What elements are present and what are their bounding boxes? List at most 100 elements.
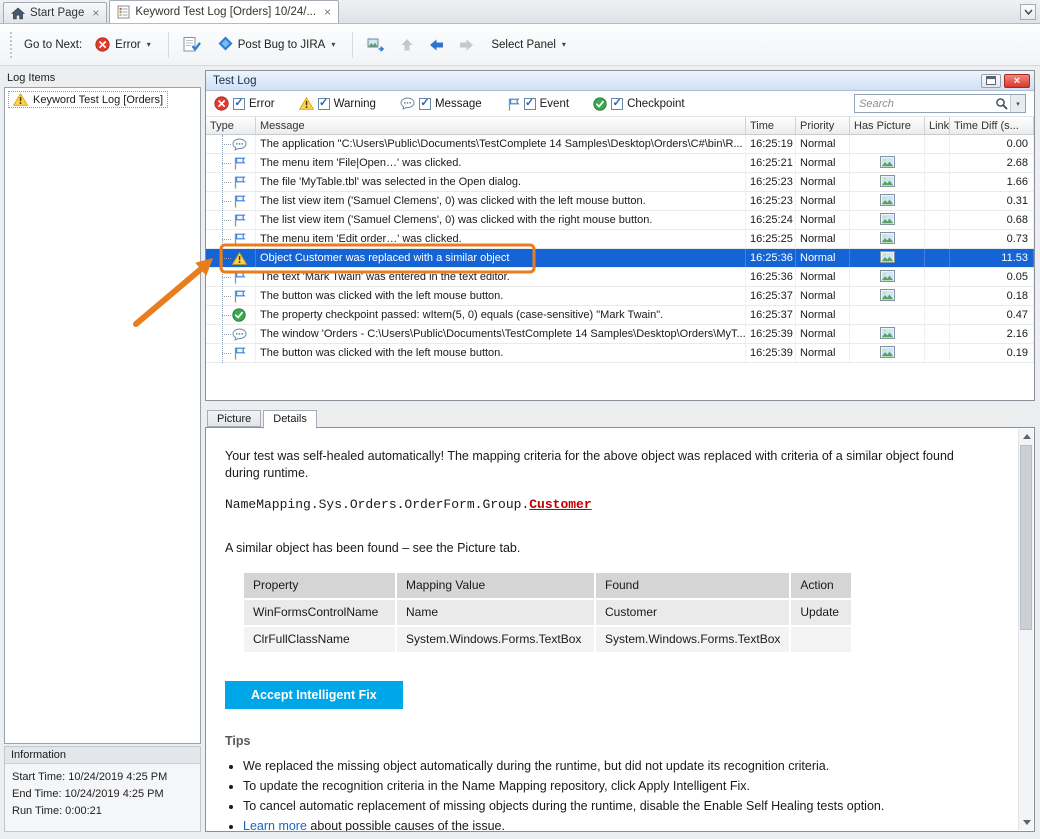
log-row[interactable]: The list view item ('Samuel Clemens', 0)… bbox=[206, 211, 1034, 230]
close-panel-button[interactable]: × bbox=[1004, 74, 1030, 88]
event-icon bbox=[232, 346, 246, 360]
tree-item-keyword-test-log[interactable]: Keyword Test Log [Orders] bbox=[8, 91, 168, 108]
scrollbar-thumb[interactable] bbox=[1020, 445, 1032, 630]
column-header-type[interactable]: Type bbox=[206, 117, 256, 134]
row-time: 16:25:19 bbox=[746, 135, 796, 153]
name-mapping-path: NameMapping.Sys.Orders.OrderForm.Group.C… bbox=[225, 496, 1006, 513]
row-has-picture bbox=[850, 249, 925, 267]
select-panel-dropdown[interactable]: Select Panel ▾ bbox=[485, 36, 572, 54]
post-image-icon-button[interactable] bbox=[364, 34, 389, 56]
column-header-link[interactable]: Link bbox=[925, 117, 950, 134]
toolbar: Go to Next: Error ▾ Post Bug to JIRA ▾ bbox=[0, 24, 1040, 66]
search-icon[interactable] bbox=[993, 97, 1010, 110]
message-checkbox[interactable] bbox=[419, 98, 431, 110]
log-row[interactable]: The list view item ('Samuel Clemens', 0)… bbox=[206, 192, 1034, 211]
row-priority: Normal bbox=[796, 306, 850, 324]
checkpoint-checkbox[interactable] bbox=[611, 98, 623, 110]
filter-event[interactable]: Event bbox=[506, 97, 569, 111]
row-time-diff: 2.68 bbox=[950, 154, 1034, 172]
tab-keyword-test-log[interactable]: Keyword Test Log [Orders] 10/24/... × bbox=[109, 0, 339, 23]
column-header-time[interactable]: Time bbox=[746, 117, 796, 134]
picture-icon bbox=[880, 289, 895, 304]
row-type-cell bbox=[206, 230, 256, 248]
tab-details[interactable]: Details bbox=[263, 410, 317, 429]
row-priority: Normal bbox=[796, 135, 850, 153]
log-row[interactable]: The text 'Mark Twain' was entered in the… bbox=[206, 268, 1034, 287]
picture-icon bbox=[880, 251, 895, 266]
picture-icon bbox=[880, 232, 895, 247]
log-row[interactable]: The menu item 'Edit order…' was clicked.… bbox=[206, 230, 1034, 249]
log-row[interactable]: The menu item 'File|Open…' was clicked.1… bbox=[206, 154, 1034, 173]
tab-picture[interactable]: Picture bbox=[207, 410, 261, 427]
log-row[interactable]: The application "C:\Users\Public\Documen… bbox=[206, 135, 1034, 154]
post-bug-icon-button[interactable] bbox=[180, 33, 205, 56]
post-bug-to-jira-button[interactable]: Post Bug to JIRA ▾ bbox=[212, 33, 342, 57]
tab-start-page[interactable]: Start Page × bbox=[3, 2, 107, 23]
tab-list-dropdown[interactable] bbox=[1020, 4, 1036, 20]
warning-checkbox[interactable] bbox=[318, 98, 330, 110]
learn-more-link[interactable]: Learn more bbox=[243, 819, 307, 831]
accept-intelligent-fix-button[interactable]: Accept Intelligent Fix bbox=[225, 681, 403, 709]
close-tab-icon[interactable]: × bbox=[92, 8, 99, 18]
row-time: 16:25:36 bbox=[746, 268, 796, 286]
goto-error-dropdown[interactable]: Error ▾ bbox=[89, 34, 157, 55]
forward-arrow-button[interactable] bbox=[455, 34, 478, 56]
float-panel-button[interactable] bbox=[981, 74, 1001, 88]
tab-label: Start Page bbox=[30, 7, 84, 19]
message-icon bbox=[400, 97, 415, 110]
log-row[interactable]: Object Customer was replaced with a simi… bbox=[206, 249, 1034, 268]
log-row[interactable]: The file 'MyTable.tbl' was selected in t… bbox=[206, 173, 1034, 192]
row-priority: Normal bbox=[796, 344, 850, 362]
event-icon bbox=[232, 270, 246, 284]
column-header-priority[interactable]: Priority bbox=[796, 117, 850, 134]
toolbar-separator bbox=[352, 32, 353, 58]
scroll-up-icon[interactable] bbox=[1019, 429, 1034, 444]
filter-checkpoint[interactable]: Checkpoint bbox=[593, 97, 685, 111]
row-time: 16:25:37 bbox=[746, 306, 796, 324]
scroll-down-icon[interactable] bbox=[1019, 815, 1034, 830]
mapping-table-cell: ClrFullClassName bbox=[244, 627, 395, 652]
event-checkbox[interactable] bbox=[524, 98, 536, 110]
mapping-table-body: WinFormsControlNameNameCustomerUpdateClr… bbox=[244, 600, 851, 652]
jira-icon bbox=[218, 36, 233, 54]
column-header-has-picture[interactable]: Has Picture bbox=[850, 117, 925, 134]
log-row[interactable]: The button was clicked with the left mou… bbox=[206, 287, 1034, 306]
row-message: The list view item ('Samuel Clemens', 0)… bbox=[256, 192, 746, 210]
search-input[interactable] bbox=[855, 98, 993, 110]
row-time: 16:25:23 bbox=[746, 173, 796, 191]
test-log-icon bbox=[117, 5, 130, 19]
row-has-picture bbox=[850, 135, 925, 153]
row-link bbox=[925, 135, 950, 153]
back-arrow-button[interactable] bbox=[425, 34, 448, 56]
row-message: The file 'MyTable.tbl' was selected in t… bbox=[256, 173, 746, 191]
row-link bbox=[925, 268, 950, 286]
event-icon bbox=[232, 175, 246, 189]
up-arrow-button[interactable] bbox=[396, 34, 418, 56]
mapping-column-header: Action bbox=[791, 573, 851, 598]
log-row[interactable]: The button was clicked with the left mou… bbox=[206, 344, 1034, 363]
details-scrollbar[interactable] bbox=[1018, 429, 1033, 830]
row-time: 16:25:37 bbox=[746, 287, 796, 305]
filter-error[interactable]: Error bbox=[214, 96, 275, 111]
log-row[interactable]: The window 'Orders - C:\Users\Public\Doc… bbox=[206, 325, 1034, 344]
document-tabbar: Start Page × Keyword Test Log [Orders] 1… bbox=[0, 0, 1040, 24]
row-has-picture bbox=[850, 287, 925, 305]
filter-message[interactable]: Message bbox=[400, 97, 482, 110]
tip-item: To cancel automatic replacement of missi… bbox=[243, 798, 1006, 815]
error-checkbox[interactable] bbox=[233, 98, 245, 110]
column-header-message[interactable]: Message bbox=[256, 117, 746, 134]
tab-label: Keyword Test Log [Orders] 10/24/... bbox=[135, 6, 316, 18]
up-arrow-icon bbox=[399, 37, 415, 53]
row-type-cell bbox=[206, 192, 256, 210]
column-header-time-diff-s[interactable]: Time Diff (s... bbox=[950, 117, 1034, 134]
filter-warning[interactable]: Warning bbox=[299, 97, 376, 110]
mapping-path-object-link[interactable]: Customer bbox=[529, 497, 591, 512]
toolbar-grip bbox=[10, 32, 13, 58]
row-link bbox=[925, 325, 950, 343]
search-dropdown-icon[interactable]: ▾ bbox=[1010, 95, 1025, 112]
jira-button-label: Post Bug to JIRA bbox=[238, 39, 326, 51]
tree-connector bbox=[222, 220, 231, 221]
log-row[interactable]: The property checkpoint passed: wItem(5,… bbox=[206, 306, 1034, 325]
row-message: The list view item ('Samuel Clemens', 0)… bbox=[256, 211, 746, 229]
close-tab-icon[interactable]: × bbox=[324, 7, 331, 17]
